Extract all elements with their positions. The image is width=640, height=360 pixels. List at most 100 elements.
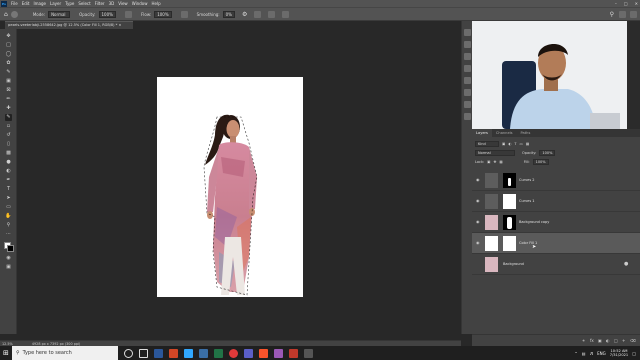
workspace-icon[interactable] [619,10,626,18]
layer-mask-thumbnail[interactable] [503,215,516,230]
search-icon[interactable]: ⚲ [610,11,614,18]
menu-3d[interactable]: 3D [107,1,117,6]
menu-select[interactable]: Select [76,1,92,6]
flow-field[interactable]: 100% [154,10,172,18]
volume-icon[interactable]: ♬ [590,351,594,356]
home-icon[interactable]: ⌂ [4,11,8,18]
close-icon[interactable]: ✕ [635,1,638,6]
layer-row[interactable]: ◉ Curves 1 [472,191,640,212]
powerpoint-app-icon[interactable] [169,348,178,358]
smart-object-filter-icon[interactable]: ▩ [526,142,529,146]
close-tab-icon[interactable]: × [119,23,122,27]
chrome-app-icon[interactable] [229,348,238,358]
maximize-icon[interactable]: □ [624,1,628,6]
visibility-eye-icon[interactable]: ◉ [476,219,482,224]
lock-all-icon[interactable]: ▩ [499,160,502,164]
trash-icon[interactable]: ⌫ [630,338,636,343]
new-group-icon[interactable]: □ [614,338,618,343]
healing-tool-icon[interactable]: ✚ [5,105,12,112]
menu-filter[interactable]: Filter [93,1,107,6]
file-explorer-icon[interactable] [199,348,208,358]
angle-icon[interactable] [254,10,262,18]
windows-start-icon[interactable]: ⊞ [3,349,9,357]
menu-edit[interactable]: Edit [20,1,32,6]
blend-mode-select[interactable]: Normal [475,149,515,156]
libraries-panel-icon[interactable] [464,89,471,96]
link-layers-icon[interactable]: ⚭ [582,338,585,343]
teams-app-icon[interactable] [244,348,253,358]
smoothing-field[interactable]: 0% [222,10,235,18]
notifications-icon[interactable]: □ [632,351,636,356]
layer-row[interactable]: ◉ Curves 2 [472,170,640,191]
background-color-swatch[interactable] [7,245,14,252]
tab-paths[interactable]: Paths [517,129,535,137]
new-adjustment-icon[interactable]: ◐ [606,338,610,343]
document-canvas[interactable] [157,77,303,297]
hand-tool-icon[interactable]: ✋ [5,213,12,220]
layer-mask-thumbnail[interactable] [503,173,516,188]
layer-mask-thumbnail[interactable] [503,194,516,209]
mode-select[interactable]: Normal [48,10,71,18]
cortana-icon[interactable] [124,348,133,358]
menu-type[interactable]: Type [63,1,76,6]
settings-app-icon[interactable] [304,348,313,358]
quick-mask-icon[interactable]: ◉ [5,255,12,262]
pressure-size-icon[interactable] [268,10,276,18]
move-tool-icon[interactable]: ✥ [5,33,12,40]
layer-mask-thumbnail[interactable] [503,236,516,251]
shape-filter-icon[interactable]: ▭ [520,142,523,146]
artboard-tool-icon[interactable]: □ [5,42,12,49]
layer-name[interactable]: Curves 1 [519,199,535,203]
frame-tool-icon[interactable]: ⊠ [5,87,12,94]
premiere-app-icon[interactable] [274,348,283,358]
adjustments-panel-icon[interactable] [464,77,471,84]
lasso-tool-icon[interactable]: ✿ [5,60,12,67]
adjustment-filter-icon[interactable]: ◐ [508,142,511,146]
fx-icon[interactable]: fx [590,338,594,343]
airbrush-icon[interactable] [180,10,188,18]
excel-app-icon[interactable] [214,348,223,358]
lock-position-icon[interactable]: ✥ [493,160,496,164]
task-view-icon[interactable] [139,348,148,358]
visibility-eye-icon[interactable]: ◉ [476,240,482,245]
menu-view[interactable]: View [116,1,130,6]
history-brush-tool-icon[interactable]: ↺ [5,132,12,139]
opacity-panel-field[interactable]: 100% [539,149,556,156]
eraser-tool-icon[interactable]: ▯ [5,141,12,148]
layer-row-selected[interactable]: ◉ Color Fill 1 ➤ [472,233,640,254]
properties-panel-icon[interactable] [464,41,471,48]
pen-tool-icon[interactable]: ✒ [5,177,12,184]
eyedropper-tool-icon[interactable]: ✏ [5,96,12,103]
screen-mode-icon[interactable]: ▣ [5,264,12,271]
share-icon[interactable] [630,10,637,18]
crop-tool-icon[interactable]: ▣ [5,78,12,85]
layer-name[interactable]: Background copy [519,220,549,224]
menu-window[interactable]: Window [130,1,150,6]
fill-field[interactable]: 100% [532,158,549,165]
menu-layer[interactable]: Layer [48,1,63,6]
brave-app-icon[interactable] [259,348,268,358]
kind-filter-select[interactable]: Kind [475,140,499,147]
language-indicator[interactable]: ENG [597,351,606,356]
visibility-eye-icon[interactable] [476,261,482,266]
shape-tool-icon[interactable]: ▭ [5,204,12,211]
color-panel-icon[interactable] [464,53,471,60]
pixel-filter-icon[interactable]: ▣ [502,142,505,146]
brush-tool-icon[interactable]: ✎ [5,114,12,121]
type-tool-icon[interactable]: T [5,186,12,193]
word-app-icon[interactable] [154,348,163,358]
dodge-tool-icon[interactable]: ◐ [5,168,12,175]
pressure-opacity-icon[interactable] [124,10,132,18]
layer-row[interactable]: Background ● [472,254,640,275]
quick-select-tool-icon[interactable]: ✎ [5,69,12,76]
swatches-panel-icon[interactable] [464,65,471,72]
symmetry-icon[interactable] [282,10,290,18]
menu-help[interactable]: Help [149,1,162,6]
tab-layers[interactable]: Layers [472,129,492,137]
more-tools-icon[interactable]: ⋯ [5,231,12,238]
menu-image[interactable]: Image [31,1,48,6]
brush-panel-icon[interactable] [464,101,471,108]
clone-stamp-tool-icon[interactable]: ▫ [5,123,12,130]
taskbar-search[interactable]: ⚲ Type here to search [12,346,118,360]
layer-name[interactable]: Background [503,262,524,266]
